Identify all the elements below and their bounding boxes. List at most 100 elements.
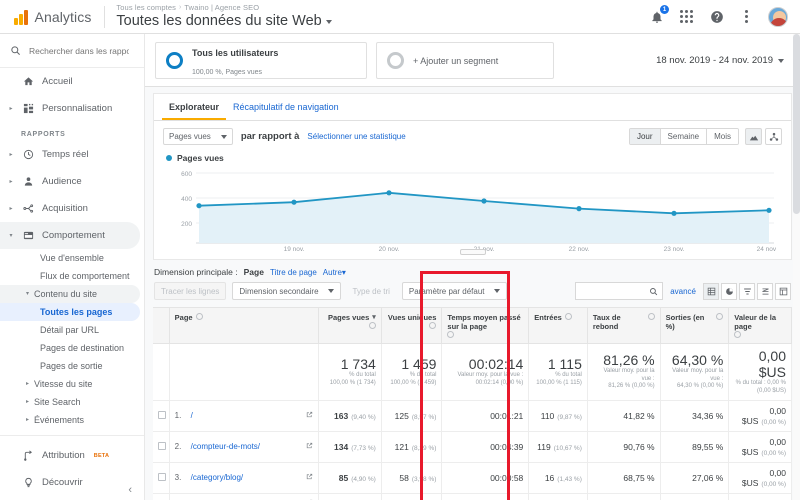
chevron-down-icon[interactable]: ▾ [8,232,14,239]
open-in-new-icon[interactable] [303,411,313,420]
granularity-semaine[interactable]: Semaine [660,129,708,144]
chevron-right-icon[interactable]: ▸ [8,151,14,158]
dimension-primary-page[interactable]: Page [244,267,264,277]
comparison-view-icon[interactable] [757,282,773,300]
segment-all-users[interactable]: Tous les utilisateurs 100,00 %, Pages vu… [155,42,367,79]
sidebar-search[interactable] [0,34,144,68]
tab-explorateur[interactable]: Explorateur [162,94,227,120]
sidebar-collapse-icon[interactable]: ‹ [128,484,132,496]
help-icon[interactable] [564,313,572,320]
row-checkbox-cell[interactable] [153,493,170,500]
bell-icon[interactable]: 1 [648,5,669,25]
more-vert-icon[interactable] [738,8,755,25]
column-header-sorties[interactable]: Sorties (en %) [660,307,730,344]
row-checkbox-cell[interactable] [153,400,170,432]
row-checkbox[interactable] [158,411,166,419]
add-segment-button[interactable]: + Ajouter un segment [376,42,554,79]
column-header-vues-uniques[interactable]: Vues uniques [381,307,443,344]
sidebar-item-pages-de-destination[interactable]: Pages de destination [0,339,144,357]
sidebar-item-pages-de-sortie[interactable]: Pages de sortie [0,357,144,375]
column-header-page[interactable]: Page [169,307,320,344]
sidebar-item-administration[interactable]: Administration [0,496,144,500]
sidebar-group-evenements[interactable]: ▸ Événements [0,411,144,429]
column-header-temps-moyen[interactable]: Temps moyen passé sur la page [441,307,530,344]
chart-range-slider[interactable] [459,249,486,255]
select-all-header[interactable] [153,307,170,344]
tab-recapitulatif-navigation[interactable]: Récapitulatif de navigation [226,94,346,120]
help-icon[interactable] [647,313,655,320]
row-checkbox[interactable] [158,442,166,450]
secondary-dimension-select[interactable]: Dimension secondaire [232,282,341,300]
dimension-titre-de-page[interactable]: Titre de page [270,268,317,277]
apps-grid-icon[interactable] [678,8,695,25]
sidebar-item-detail-par-url[interactable]: Détail par URL [0,321,144,339]
column-header-taux-de-rebond[interactable]: Taux de rebond [587,307,661,344]
area-chart-icon[interactable] [745,128,762,145]
open-in-new-icon[interactable] [303,442,313,451]
table-row[interactable]: 4. /blog/creation-site-web/maquette-site… [153,493,792,500]
chevron-right-icon[interactable]: ▸ [8,105,14,112]
help-icon[interactable] [195,313,203,320]
table-row[interactable]: 3. /category/blog/ 85 (4,90 %) 58 (3,98 %)… [153,462,792,494]
plot-rows-button[interactable]: Tracer les lignes [154,282,227,300]
sort-type-select[interactable]: Paramètre par défaut [401,282,507,300]
help-icon[interactable] [708,8,725,25]
column-header-pages-vues[interactable]: Pages vues ▾ [318,307,382,344]
avatar[interactable] [768,6,788,27]
chevron-down-icon[interactable]: ▾ [26,288,29,300]
property-selector[interactable]: Toutes les données du site Web [116,13,332,30]
sidebar-item-personnalisation[interactable]: ▸ Personnalisation [0,95,144,122]
sidebar-item-attribution[interactable]: Attribution BETA [0,442,144,469]
search-input[interactable] [29,45,129,56]
sidebar-item-acquisition[interactable]: ▸ Acquisition [0,195,144,222]
breadcrumb-property[interactable]: Twaino | Agence SEO [184,3,259,13]
sidebar-item-audience[interactable]: ▸ Audience [0,168,144,195]
select-metric-link[interactable]: Sélectionner une statistique [307,132,405,141]
row-checkbox-cell[interactable] [153,462,170,494]
table-view-icon[interactable] [703,282,719,300]
metric-select[interactable]: Pages vues [163,128,233,145]
chevron-right-icon[interactable]: ▸ [8,205,14,212]
chevron-right-icon[interactable]: ▸ [8,178,14,185]
table-row[interactable]: 1. / 163 (9,40 %) 125 (8,57 %) 00:01:21 11… [153,400,792,432]
granularity-mois[interactable]: Mois [707,129,738,144]
scrollbar-thumb[interactable] [793,34,800,214]
pivot-view-icon[interactable] [775,282,791,300]
table-search-input[interactable] [575,282,664,300]
help-icon[interactable] [734,331,742,338]
pageviews-line-chart[interactable]: 600 400 200 19 nov. 20 nov. nov. 22 nov.… [166,165,776,253]
dimension-autre[interactable]: Autre▾ [323,268,346,277]
help-icon[interactable] [368,322,376,329]
sidebar-subitem-vue-densemble[interactable]: Vue d'ensemble [0,249,144,267]
sidebar-group-site-search[interactable]: ▸ Site Search [0,393,144,411]
chevron-right-icon[interactable]: ▸ [26,414,29,426]
help-icon[interactable] [447,331,455,338]
advanced-search-link[interactable]: avancé [670,287,696,296]
date-range-picker[interactable]: 18 nov. 2019 - 24 nov. 2019 [656,55,790,66]
sidebar-group-vitesse-du-site[interactable]: ▸ Vitesse du site [0,375,144,393]
sidebar-item-decouvrir[interactable]: Découvrir [0,469,144,496]
page-link[interactable]: /compteur-de-mots/ [191,442,260,452]
granularity-jour[interactable]: Jour [629,129,661,144]
help-icon[interactable] [716,313,724,320]
row-checkbox-cell[interactable] [153,431,170,463]
column-header-valeur-de-la-page[interactable]: Valeur de la page [728,307,792,344]
help-icon[interactable] [429,322,437,329]
page-link[interactable]: / [191,411,193,421]
page-scrollbar[interactable] [793,34,800,500]
sidebar-group-contenu-du-site[interactable]: ▾ Contenu du site [0,285,140,303]
sidebar-item-accueil[interactable]: Accueil [0,68,144,95]
sidebar-subitem-flux-de-comportement[interactable]: Flux de comportement [0,267,144,285]
breadcrumb-account[interactable]: Tous les comptes [116,3,176,13]
pie-view-icon[interactable] [721,282,737,300]
chevron-right-icon[interactable]: ▸ [26,396,29,408]
table-row[interactable]: 2. /compteur-de-mots/ 134 (7,73 %) 121 (8,… [153,431,792,463]
performance-view-icon[interactable] [739,282,755,300]
motion-chart-icon[interactable] [765,128,782,145]
open-in-new-icon[interactable] [303,473,313,482]
sidebar-item-comportement[interactable]: ▾ Comportement [0,222,140,249]
row-checkbox[interactable] [158,473,166,481]
sidebar-item-toutes-les-pages[interactable]: Toutes les pages [0,303,140,321]
chevron-right-icon[interactable]: ▸ [26,378,29,390]
sidebar-item-temps-reel[interactable]: ▸ Temps réel [0,141,144,168]
